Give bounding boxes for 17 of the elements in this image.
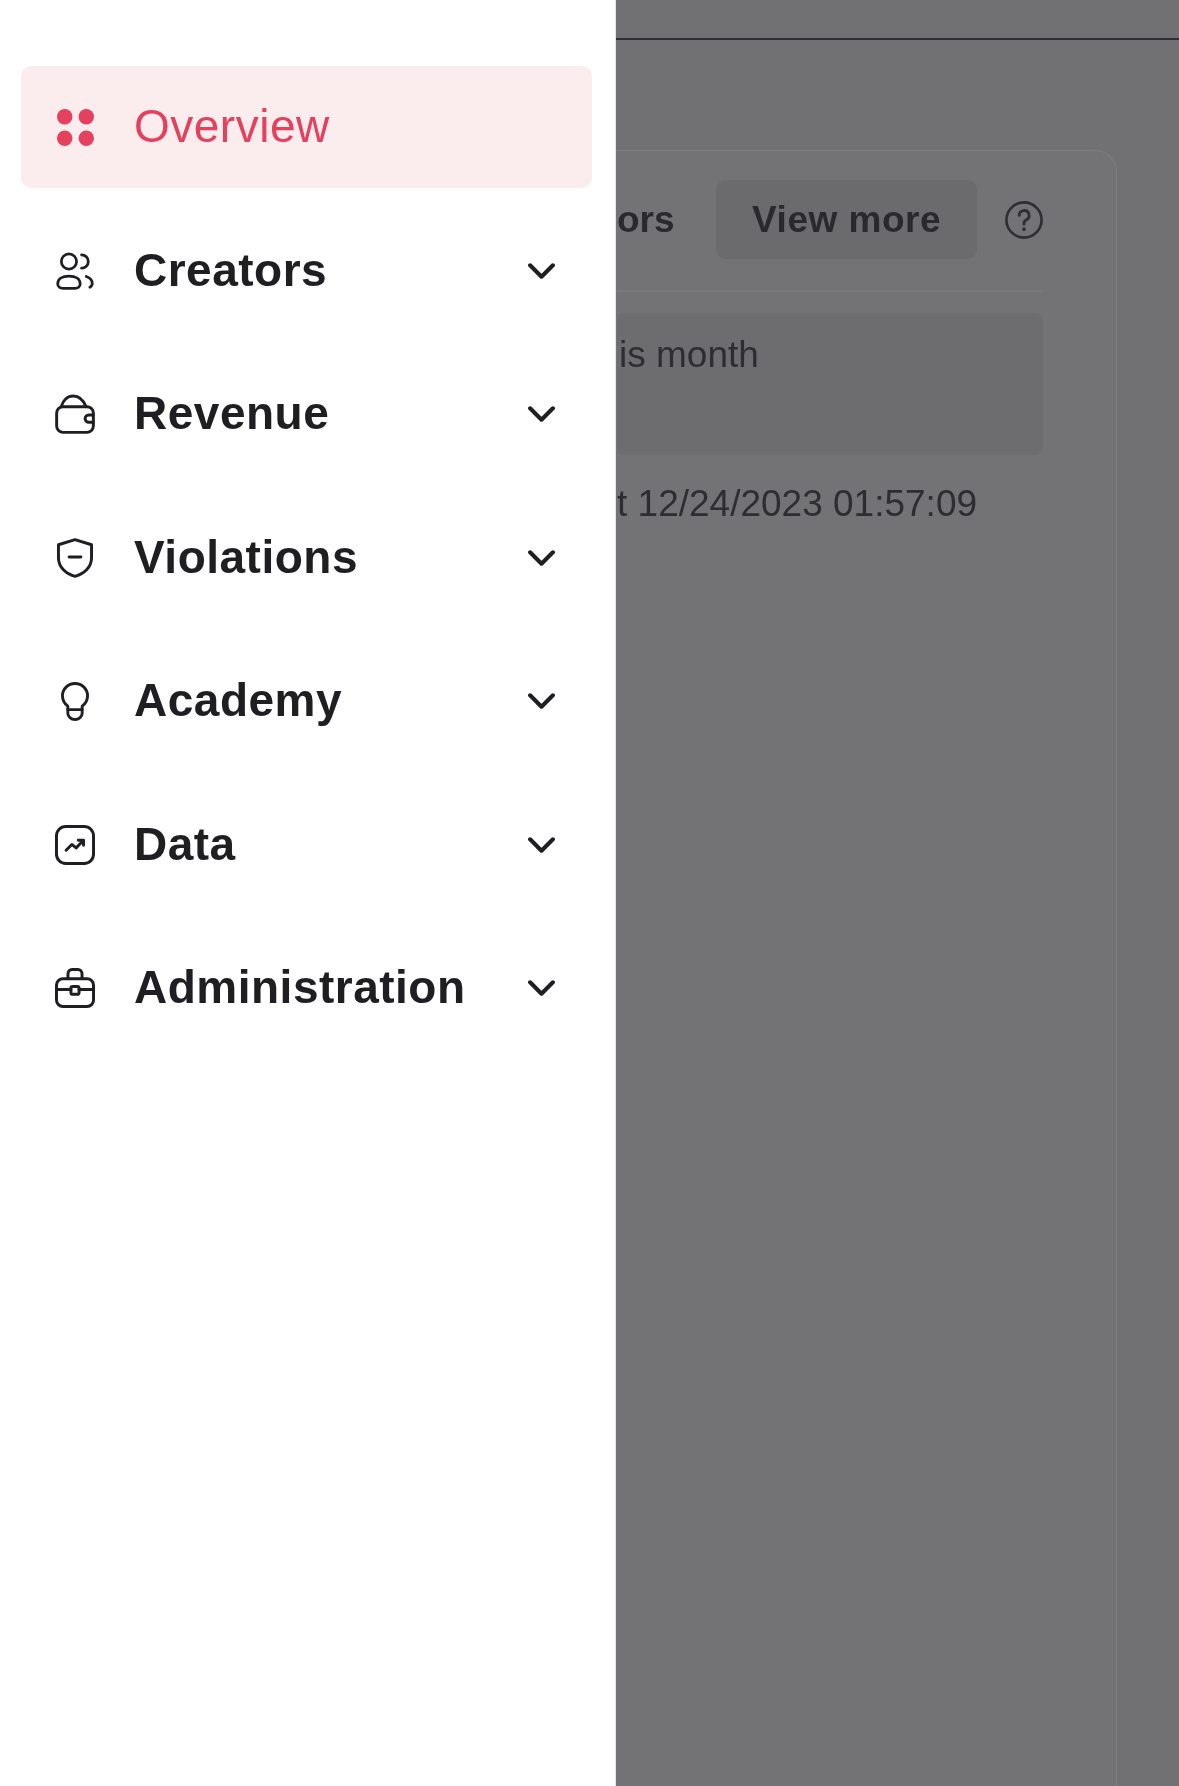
wallet-icon <box>55 394 95 434</box>
help-icon[interactable] <box>1005 200 1043 239</box>
grid-dots-icon <box>56 108 94 146</box>
nav-item[interactable]: Overview <box>21 66 592 188</box>
briefcase-icon <box>55 968 95 1008</box>
nav-item[interactable]: Data <box>21 783 592 906</box>
nav-item[interactable]: Revenue <box>21 353 592 475</box>
nav-item[interactable]: Academy <box>21 640 592 762</box>
last-updated-text: t 12/24/2023 01:57:09 <box>617 481 979 526</box>
nav-item[interactable]: Violations <box>21 496 592 619</box>
users-icon <box>56 251 94 290</box>
nav-item[interactable]: Creators <box>21 209 592 332</box>
nav-item[interactable]: Administration <box>21 927 592 1049</box>
card-title: ors <box>617 198 676 241</box>
shield-minus-icon <box>57 537 93 578</box>
trend-chart-icon <box>55 824 95 865</box>
lightbulb-icon <box>61 681 89 721</box>
